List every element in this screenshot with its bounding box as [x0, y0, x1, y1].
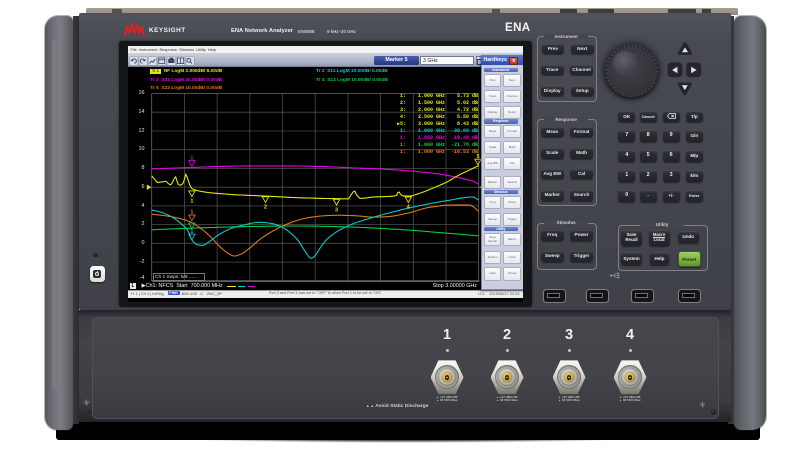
svg-text:1: 1	[190, 209, 193, 215]
svg-text:1: 1	[190, 198, 193, 204]
svg-text:2: 2	[264, 204, 267, 210]
svg-text:1: 1	[190, 228, 193, 234]
svg-text:1: 1	[190, 155, 193, 161]
svg-text:3: 3	[335, 207, 338, 213]
svg-text:4: 4	[406, 204, 409, 210]
